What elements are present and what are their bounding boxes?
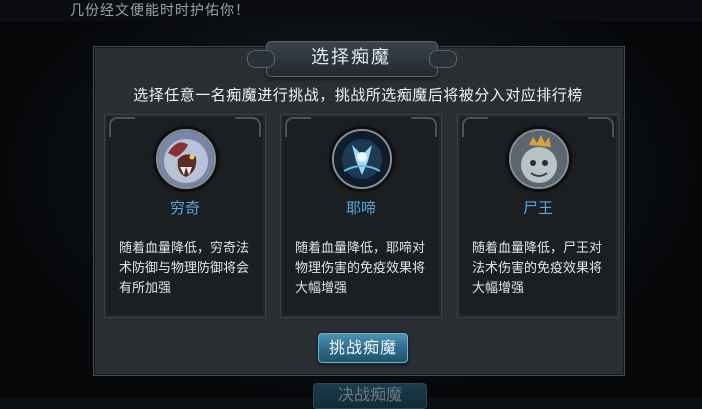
dialog-title: 选择痴魔 bbox=[311, 47, 391, 68]
card-corner-ornament bbox=[235, 117, 261, 137]
boss-name: 耶啼 bbox=[345, 199, 376, 217]
boss-description: 随着血量降低，尸王对法术伤害的免疫效果将大幅增强 bbox=[472, 241, 603, 296]
card-corner-ornament bbox=[411, 117, 437, 137]
card-corner-ornament bbox=[109, 117, 135, 137]
boss-description: 随着血量降低，耶啼对物理伤害的免疫效果将大幅增强 bbox=[295, 241, 426, 296]
beast-icon bbox=[156, 129, 216, 189]
card-corner-ornament bbox=[462, 117, 488, 137]
card-corner-ornament bbox=[588, 117, 614, 137]
boss-card-yeti[interactable]: 耶啼 随着血量降低，耶啼对物理伤害的免疫效果将大幅增强 bbox=[280, 114, 442, 318]
crowned-zombie-icon bbox=[509, 129, 569, 189]
boss-description: 随着血量降低，穷奇法术防御与物理防御将会有所加强 bbox=[119, 241, 250, 296]
dialog-subtitle: 选择任意一名痴魔进行挑战，挑战所选痴魔后将被分入对应排行榜 bbox=[133, 86, 583, 104]
marquee-text: 几份经文便能时时护佑你！ bbox=[70, 3, 250, 19]
boss-name: 穷奇 bbox=[169, 199, 200, 217]
challenge-button[interactable]: 挑战痴魔 bbox=[318, 333, 408, 363]
boss-card-qiongqi[interactable]: 穷奇 随着血量降低，穷奇法术防御与物理防御将会有所加强 bbox=[104, 114, 266, 318]
spirit-icon bbox=[332, 129, 392, 189]
final-battle-button: 决战痴魔 bbox=[313, 383, 427, 409]
card-corner-ornament bbox=[285, 117, 311, 137]
boss-name: 尸王 bbox=[522, 199, 553, 217]
boss-card-zombie-king[interactable]: 尸王 随着血量降低，尸王对法术伤害的免疫效果将大幅增强 bbox=[457, 114, 619, 318]
